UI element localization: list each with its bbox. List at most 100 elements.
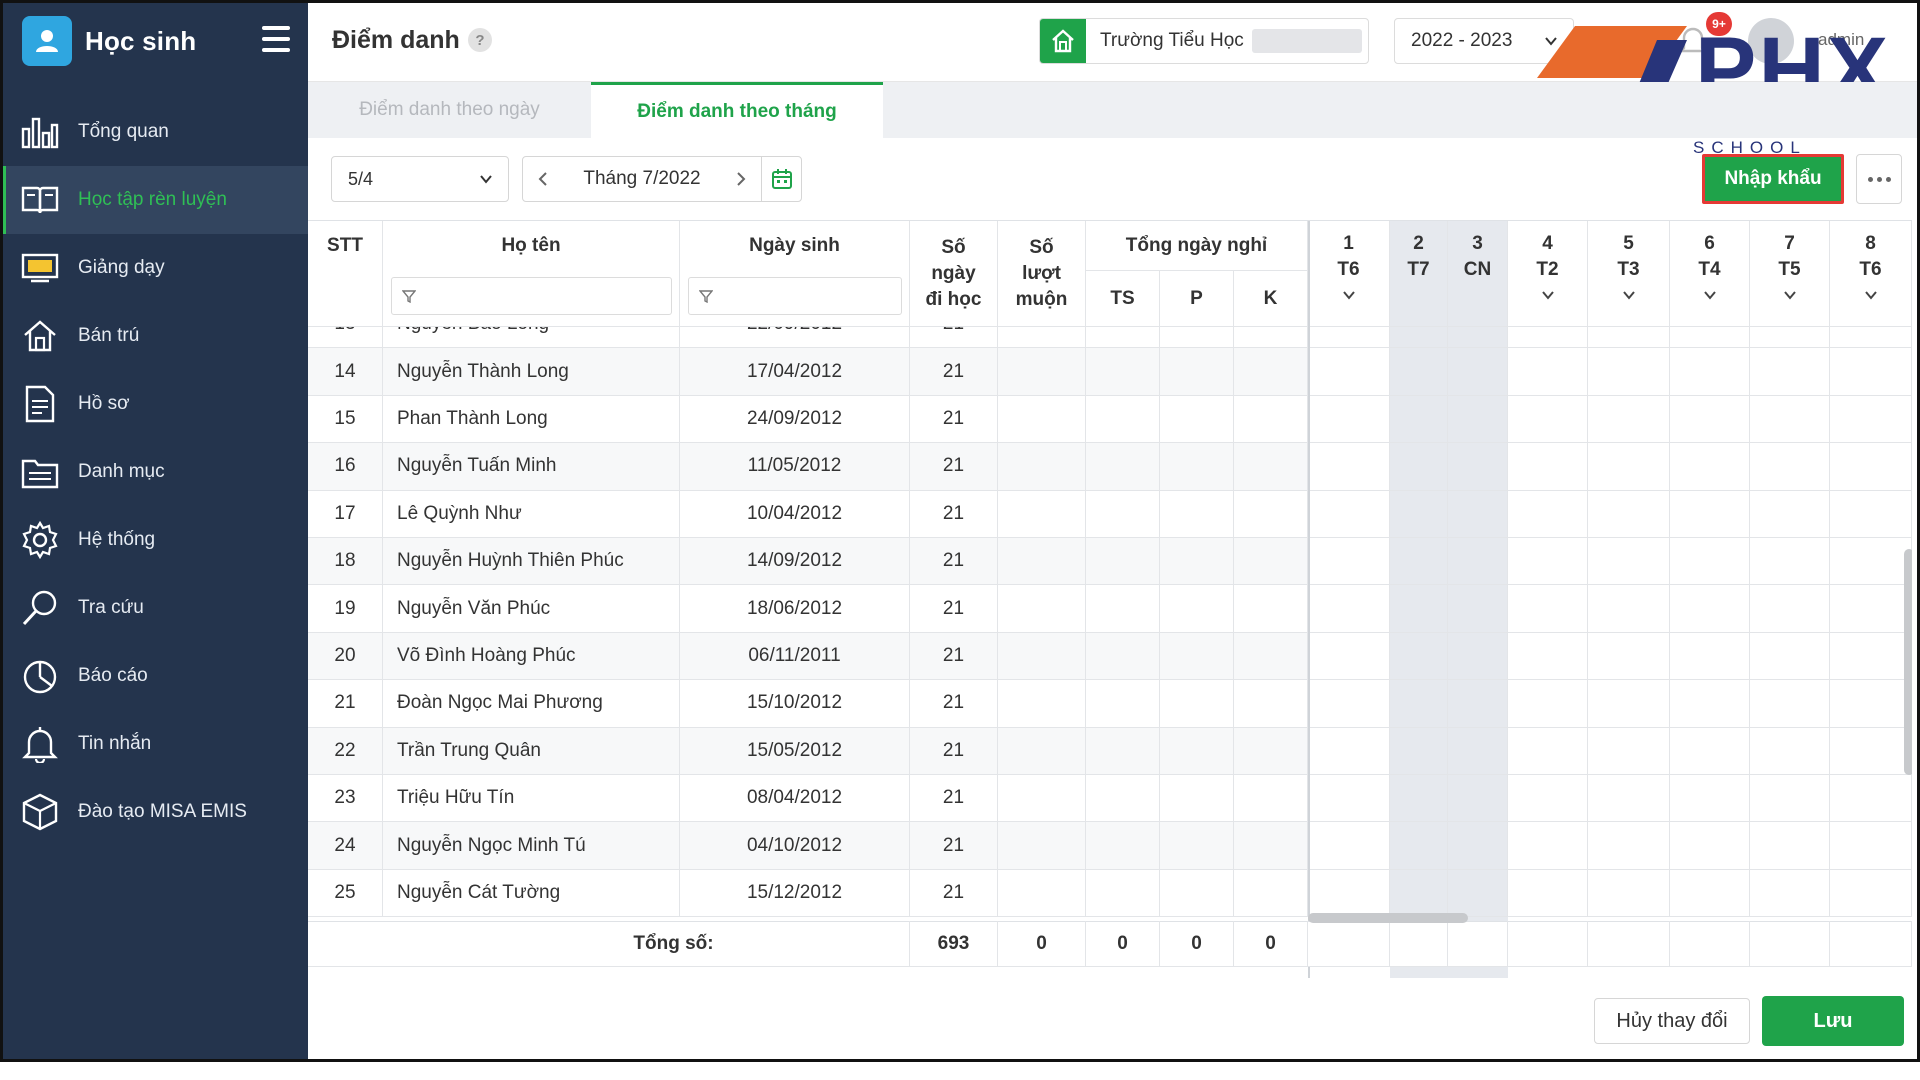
header-day[interactable]: 8 T6 xyxy=(1830,221,1912,327)
attendance-day-cell[interactable] xyxy=(1830,538,1912,586)
header-day[interactable]: 1 T6 xyxy=(1308,221,1390,327)
row-p-cell[interactable] xyxy=(1160,538,1234,586)
row-ts-cell[interactable] xyxy=(1086,538,1160,586)
sidebar-item-5[interactable]: Hồ sơ xyxy=(0,370,308,438)
row-p-cell[interactable] xyxy=(1160,348,1234,396)
sidebar-item-8[interactable]: Tra cứu xyxy=(0,574,308,642)
attendance-day-cell[interactable] xyxy=(1588,585,1670,633)
attendance-day-cell[interactable] xyxy=(1448,822,1508,870)
row-k-cell[interactable] xyxy=(1234,869,1308,918)
row-p-cell[interactable] xyxy=(1160,680,1234,728)
row-ts-cell[interactable] xyxy=(1086,869,1160,918)
attendance-day-cell[interactable] xyxy=(1750,443,1830,491)
attendance-day-cell[interactable] xyxy=(1588,443,1670,491)
row-p-cell[interactable] xyxy=(1160,869,1234,918)
attendance-day-cell[interactable] xyxy=(1750,727,1830,775)
attendance-day-cell[interactable] xyxy=(1448,538,1508,586)
header-day[interactable]: 2 T7 xyxy=(1390,221,1448,327)
attendance-day-cell[interactable] xyxy=(1390,869,1448,918)
attendance-day-cell[interactable] xyxy=(1308,348,1390,396)
attendance-day-cell[interactable] xyxy=(1308,538,1390,586)
attendance-day-cell[interactable] xyxy=(1390,585,1448,633)
attendance-day-cell[interactable] xyxy=(1390,348,1448,396)
row-p-cell[interactable] xyxy=(1160,727,1234,775)
attendance-day-cell[interactable] xyxy=(1508,395,1588,444)
attendance-day-cell[interactable] xyxy=(1508,680,1588,728)
attendance-day-cell[interactable] xyxy=(1670,632,1750,681)
attendance-day-cell[interactable] xyxy=(1508,822,1588,870)
attendance-day-cell[interactable] xyxy=(1750,775,1830,823)
attendance-day-cell[interactable] xyxy=(1448,727,1508,775)
row-late-cell[interactable] xyxy=(998,775,1086,823)
row-late-cell[interactable] xyxy=(998,680,1086,728)
attendance-day-cell[interactable] xyxy=(1448,395,1508,444)
more-options-icon[interactable] xyxy=(1856,154,1902,204)
row-ts-cell[interactable] xyxy=(1086,585,1160,633)
attendance-day-cell[interactable] xyxy=(1448,632,1508,681)
attendance-day-cell[interactable] xyxy=(1750,395,1830,444)
sidebar-item-9[interactable]: Báo cáo xyxy=(0,642,308,710)
attendance-day-cell[interactable] xyxy=(1508,538,1588,586)
row-ts-cell[interactable] xyxy=(1086,822,1160,870)
attendance-day-cell[interactable] xyxy=(1670,775,1750,823)
attendance-day-cell[interactable] xyxy=(1750,869,1830,918)
row-k-cell[interactable] xyxy=(1234,727,1308,775)
attendance-day-cell[interactable] xyxy=(1830,348,1912,396)
attendance-day-cell[interactable] xyxy=(1830,443,1912,491)
attendance-day-cell[interactable] xyxy=(1448,490,1508,538)
attendance-day-cell[interactable] xyxy=(1308,869,1390,918)
row-k-cell[interactable] xyxy=(1234,348,1308,396)
attendance-day-cell[interactable] xyxy=(1670,395,1750,444)
attendance-day-cell[interactable] xyxy=(1588,822,1670,870)
header-day[interactable]: 3 CN xyxy=(1448,221,1508,327)
attendance-day-cell[interactable] xyxy=(1308,443,1390,491)
attendance-day-cell[interactable] xyxy=(1448,680,1508,728)
chevron-down-icon[interactable] xyxy=(1703,283,1717,309)
attendance-day-cell[interactable] xyxy=(1508,585,1588,633)
row-late-cell[interactable] xyxy=(998,869,1086,918)
attendance-day-cell[interactable] xyxy=(1588,395,1670,444)
attendance-day-cell[interactable] xyxy=(1390,490,1448,538)
attendance-day-cell[interactable] xyxy=(1390,443,1448,491)
birth-date-filter-input[interactable] xyxy=(688,277,902,315)
attendance-day-cell[interactable] xyxy=(1448,869,1508,918)
attendance-day-cell[interactable] xyxy=(1588,538,1670,586)
tab-monthly-attendance[interactable]: Điểm danh theo tháng xyxy=(591,82,883,138)
import-button[interactable]: Nhập khẩu xyxy=(1702,154,1844,204)
row-late-cell[interactable] xyxy=(998,538,1086,586)
chevron-down-icon[interactable] xyxy=(1864,283,1878,309)
attendance-day-cell[interactable] xyxy=(1588,869,1670,918)
attendance-day-cell[interactable] xyxy=(1390,632,1448,681)
attendance-day-cell[interactable] xyxy=(1448,443,1508,491)
attendance-day-cell[interactable] xyxy=(1390,538,1448,586)
row-ts-cell[interactable] xyxy=(1086,727,1160,775)
attendance-day-cell[interactable] xyxy=(1588,348,1670,396)
school-selector[interactable]: Trường Tiểu Học xyxy=(1039,18,1369,64)
row-p-cell[interactable] xyxy=(1160,822,1234,870)
save-button[interactable]: Lưu xyxy=(1762,996,1904,1046)
row-p-cell[interactable] xyxy=(1160,585,1234,633)
header-day[interactable]: 4 T2 xyxy=(1508,221,1588,327)
row-k-cell[interactable] xyxy=(1234,585,1308,633)
sidebar-item-6[interactable]: Danh mục xyxy=(0,438,308,506)
attendance-day-cell[interactable] xyxy=(1508,727,1588,775)
attendance-day-cell[interactable] xyxy=(1508,490,1588,538)
row-late-cell[interactable] xyxy=(998,632,1086,681)
attendance-day-cell[interactable] xyxy=(1830,680,1912,728)
next-month-icon[interactable] xyxy=(721,157,761,201)
row-late-cell[interactable] xyxy=(998,443,1086,491)
header-day[interactable]: 7 T5 xyxy=(1750,221,1830,327)
attendance-day-cell[interactable] xyxy=(1750,822,1830,870)
row-k-cell[interactable] xyxy=(1234,822,1308,870)
attendance-day-cell[interactable] xyxy=(1750,585,1830,633)
class-select[interactable]: 5/4 xyxy=(331,156,509,202)
attendance-day-cell[interactable] xyxy=(1830,727,1912,775)
previous-month-icon[interactable] xyxy=(523,157,563,201)
row-p-cell[interactable] xyxy=(1160,395,1234,444)
attendance-day-cell[interactable] xyxy=(1750,538,1830,586)
vertical-scrollbar[interactable] xyxy=(1904,549,1912,775)
attendance-day-cell[interactable] xyxy=(1508,632,1588,681)
row-p-cell[interactable] xyxy=(1160,775,1234,823)
row-ts-cell[interactable] xyxy=(1086,490,1160,538)
attendance-day-cell[interactable] xyxy=(1670,490,1750,538)
